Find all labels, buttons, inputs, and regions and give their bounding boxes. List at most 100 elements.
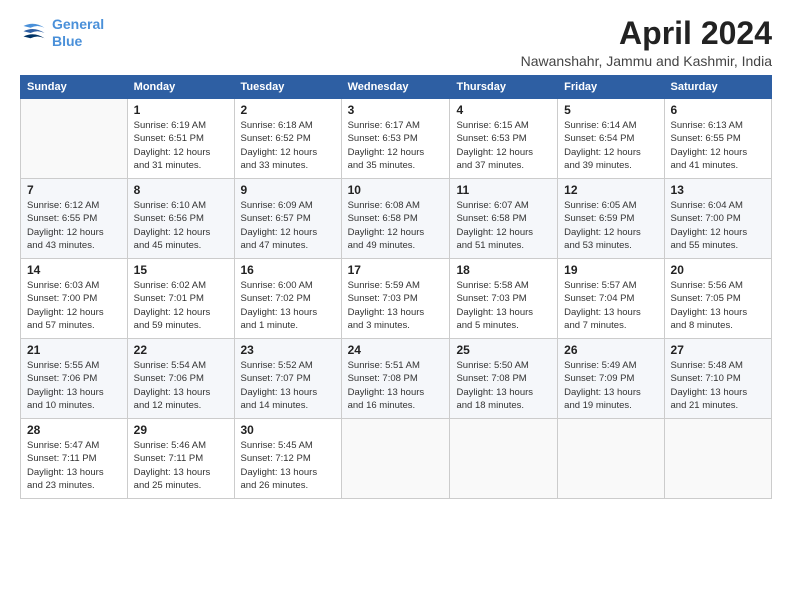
day-info: Sunrise: 6:17 AMSunset: 6:53 PMDaylight:… bbox=[348, 119, 444, 172]
day-number: 23 bbox=[241, 343, 335, 357]
col-monday: Monday bbox=[127, 76, 234, 99]
table-row: 11 Sunrise: 6:07 AMSunset: 6:58 PMDayligh… bbox=[450, 179, 558, 259]
day-info: Sunrise: 5:55 AMSunset: 7:06 PMDaylight:… bbox=[27, 359, 121, 412]
col-saturday: Saturday bbox=[664, 76, 771, 99]
day-number: 26 bbox=[564, 343, 657, 357]
day-info: Sunrise: 6:12 AMSunset: 6:55 PMDaylight:… bbox=[27, 199, 121, 252]
day-info: Sunrise: 5:50 AMSunset: 7:08 PMDaylight:… bbox=[456, 359, 551, 412]
day-info: Sunrise: 6:19 AMSunset: 6:51 PMDaylight:… bbox=[134, 119, 228, 172]
day-info: Sunrise: 6:13 AMSunset: 6:55 PMDaylight:… bbox=[671, 119, 765, 172]
day-info: Sunrise: 5:56 AMSunset: 7:05 PMDaylight:… bbox=[671, 279, 765, 332]
day-number: 29 bbox=[134, 423, 228, 437]
calendar-table: Sunday Monday Tuesday Wednesday Thursday… bbox=[20, 75, 772, 499]
day-number: 20 bbox=[671, 263, 765, 277]
day-info: Sunrise: 6:14 AMSunset: 6:54 PMDaylight:… bbox=[564, 119, 657, 172]
day-info: Sunrise: 5:59 AMSunset: 7:03 PMDaylight:… bbox=[348, 279, 444, 332]
table-row: 28Sunrise: 5:47 AMSunset: 7:11 PMDayligh… bbox=[21, 419, 128, 499]
table-row: 15 Sunrise: 6:02 AMSunset: 7:01 PMDayligh… bbox=[127, 259, 234, 339]
table-row: 27 Sunrise: 5:48 AMSunset: 7:10 PMDayligh… bbox=[664, 339, 771, 419]
table-row: 16 Sunrise: 6:00 AMSunset: 7:02 PMDayligh… bbox=[234, 259, 341, 339]
location-title: Nawanshahr, Jammu and Kashmir, India bbox=[521, 53, 772, 69]
day-number: 13 bbox=[671, 183, 765, 197]
calendar-week-1: 1 Sunrise: 6:19 AMSunset: 6:51 PMDaylight… bbox=[21, 99, 772, 179]
day-number: 6 bbox=[671, 103, 765, 117]
day-info: Sunrise: 6:02 AMSunset: 7:01 PMDaylight:… bbox=[134, 279, 228, 332]
day-number: 11 bbox=[456, 183, 551, 197]
day-number: 27 bbox=[671, 343, 765, 357]
table-row: 23 Sunrise: 5:52 AMSunset: 7:07 PMDayligh… bbox=[234, 339, 341, 419]
table-row: 13 Sunrise: 6:04 AMSunset: 7:00 PMDayligh… bbox=[664, 179, 771, 259]
table-row: 8Sunrise: 6:10 AMSunset: 6:56 PMDaylight… bbox=[127, 179, 234, 259]
day-info: Sunrise: 6:09 AMSunset: 6:57 PMDaylight:… bbox=[241, 199, 335, 252]
table-row: 3 Sunrise: 6:17 AMSunset: 6:53 PMDaylight… bbox=[341, 99, 450, 179]
table-row bbox=[21, 99, 128, 179]
month-title: April 2024 bbox=[521, 16, 772, 51]
day-number: 21 bbox=[27, 343, 121, 357]
table-row: 30 Sunrise: 5:45 AMSunset: 7:12 PMDayligh… bbox=[234, 419, 341, 499]
calendar-week-3: 14 Sunrise: 6:03 AMSunset: 7:00 PMDayligh… bbox=[21, 259, 772, 339]
table-row: 22 Sunrise: 5:54 AMSunset: 7:06 PMDayligh… bbox=[127, 339, 234, 419]
table-row: 19Sunrise: 5:57 AMSunset: 7:04 PMDayligh… bbox=[558, 259, 664, 339]
day-number: 1 bbox=[134, 103, 228, 117]
day-info: Sunrise: 6:04 AMSunset: 7:00 PMDaylight:… bbox=[671, 199, 765, 252]
day-info: Sunrise: 6:05 AMSunset: 6:59 PMDaylight:… bbox=[564, 199, 657, 252]
day-info: Sunrise: 6:18 AMSunset: 6:52 PMDaylight:… bbox=[241, 119, 335, 172]
day-number: 30 bbox=[241, 423, 335, 437]
table-row: 24Sunrise: 5:51 AMSunset: 7:08 PMDayligh… bbox=[341, 339, 450, 419]
calendar-week-5: 28Sunrise: 5:47 AMSunset: 7:11 PMDayligh… bbox=[21, 419, 772, 499]
day-info: Sunrise: 5:48 AMSunset: 7:10 PMDaylight:… bbox=[671, 359, 765, 412]
col-thursday: Thursday bbox=[450, 76, 558, 99]
page: General Blue April 2024 Nawanshahr, Jamm… bbox=[0, 0, 792, 509]
col-wednesday: Wednesday bbox=[341, 76, 450, 99]
day-info: Sunrise: 5:54 AMSunset: 7:06 PMDaylight:… bbox=[134, 359, 228, 412]
day-info: Sunrise: 6:07 AMSunset: 6:58 PMDaylight:… bbox=[456, 199, 551, 252]
day-number: 16 bbox=[241, 263, 335, 277]
day-info: Sunrise: 5:51 AMSunset: 7:08 PMDaylight:… bbox=[348, 359, 444, 412]
col-sunday: Sunday bbox=[21, 76, 128, 99]
col-tuesday: Tuesday bbox=[234, 76, 341, 99]
title-block: April 2024 Nawanshahr, Jammu and Kashmir… bbox=[521, 16, 772, 69]
table-row bbox=[450, 419, 558, 499]
day-number: 2 bbox=[241, 103, 335, 117]
day-info: Sunrise: 6:03 AMSunset: 7:00 PMDaylight:… bbox=[27, 279, 121, 332]
day-number: 25 bbox=[456, 343, 551, 357]
table-row: 4Sunrise: 6:15 AMSunset: 6:53 PMDaylight… bbox=[450, 99, 558, 179]
table-row: 25 Sunrise: 5:50 AMSunset: 7:08 PMDayligh… bbox=[450, 339, 558, 419]
day-number: 22 bbox=[134, 343, 228, 357]
table-row: 17Sunrise: 5:59 AMSunset: 7:03 PMDayligh… bbox=[341, 259, 450, 339]
logo-icon bbox=[20, 19, 48, 47]
table-row: 20 Sunrise: 5:56 AMSunset: 7:05 PMDayligh… bbox=[664, 259, 771, 339]
day-number: 5 bbox=[564, 103, 657, 117]
day-number: 19 bbox=[564, 263, 657, 277]
day-number: 7 bbox=[27, 183, 121, 197]
day-info: Sunrise: 6:10 AMSunset: 6:56 PMDaylight:… bbox=[134, 199, 228, 252]
logo: General Blue bbox=[20, 16, 104, 50]
day-info: Sunrise: 6:00 AMSunset: 7:02 PMDaylight:… bbox=[241, 279, 335, 332]
day-info: Sunrise: 5:52 AMSunset: 7:07 PMDaylight:… bbox=[241, 359, 335, 412]
day-number: 14 bbox=[27, 263, 121, 277]
table-row: 14 Sunrise: 6:03 AMSunset: 7:00 PMDayligh… bbox=[21, 259, 128, 339]
header: General Blue April 2024 Nawanshahr, Jamm… bbox=[20, 16, 772, 69]
day-info: Sunrise: 5:49 AMSunset: 7:09 PMDaylight:… bbox=[564, 359, 657, 412]
day-info: Sunrise: 5:46 AMSunset: 7:11 PMDaylight:… bbox=[134, 439, 228, 492]
table-row: 10 Sunrise: 6:08 AMSunset: 6:58 PMDayligh… bbox=[341, 179, 450, 259]
day-number: 28 bbox=[27, 423, 121, 437]
table-row: 1 Sunrise: 6:19 AMSunset: 6:51 PMDaylight… bbox=[127, 99, 234, 179]
table-row: 7 Sunrise: 6:12 AMSunset: 6:55 PMDaylight… bbox=[21, 179, 128, 259]
calendar-week-4: 21 Sunrise: 5:55 AMSunset: 7:06 PMDayligh… bbox=[21, 339, 772, 419]
calendar-header-row: Sunday Monday Tuesday Wednesday Thursday… bbox=[21, 76, 772, 99]
table-row: 6 Sunrise: 6:13 AMSunset: 6:55 PMDaylight… bbox=[664, 99, 771, 179]
table-row: 29 Sunrise: 5:46 AMSunset: 7:11 PMDayligh… bbox=[127, 419, 234, 499]
table-row: 9Sunrise: 6:09 AMSunset: 6:57 PMDaylight… bbox=[234, 179, 341, 259]
day-info: Sunrise: 6:08 AMSunset: 6:58 PMDaylight:… bbox=[348, 199, 444, 252]
day-number: 3 bbox=[348, 103, 444, 117]
day-info: Sunrise: 5:45 AMSunset: 7:12 PMDaylight:… bbox=[241, 439, 335, 492]
table-row: 18Sunrise: 5:58 AMSunset: 7:03 PMDayligh… bbox=[450, 259, 558, 339]
calendar-week-2: 7 Sunrise: 6:12 AMSunset: 6:55 PMDaylight… bbox=[21, 179, 772, 259]
table-row bbox=[558, 419, 664, 499]
day-info: Sunrise: 6:15 AMSunset: 6:53 PMDaylight:… bbox=[456, 119, 551, 172]
col-friday: Friday bbox=[558, 76, 664, 99]
day-number: 10 bbox=[348, 183, 444, 197]
table-row bbox=[664, 419, 771, 499]
day-number: 15 bbox=[134, 263, 228, 277]
